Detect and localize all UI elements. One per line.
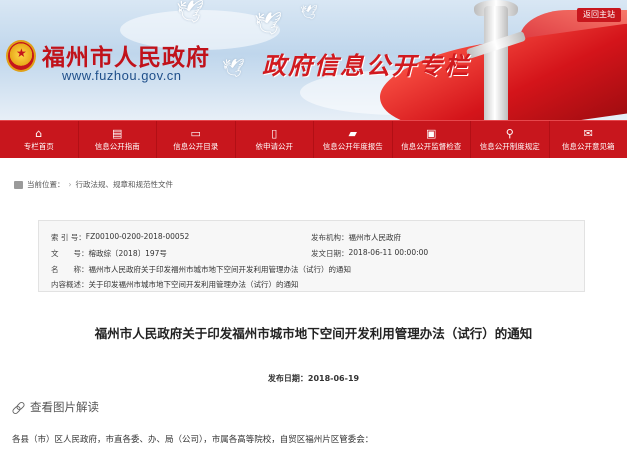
- catalog-icon: ▭: [190, 126, 201, 140]
- info-org-row: 发布机构： 福州市人民政府: [311, 232, 401, 243]
- article-title: 福州市人民政府关于印发福州市城市地下空间开发利用管理办法（试行）的通知: [94, 326, 533, 341]
- nav-label: 信息公开目录: [173, 141, 219, 151]
- breadcrumb-link[interactable]: 行政法规、规章和规范性文件: [76, 179, 174, 190]
- info-label: 文 号：: [51, 249, 89, 258]
- guide-icon: ▤: [112, 126, 123, 140]
- mailbox-icon: ✉: [583, 126, 593, 140]
- header-banner: 🕊 🕊 🕊 🕊 福州市人民政府 www.fuzhou.gov.cn 政府信息公开…: [0, 0, 627, 120]
- info-label: 索 引 号：: [51, 233, 86, 242]
- nav-label: 信息公开监督检查: [401, 141, 462, 151]
- dove-icon: 🕊: [254, 12, 282, 37]
- nav-label: 信息公开年度报告: [322, 141, 383, 151]
- info-value: 福州市人民政府关于印发福州市城市地下空间开发利用管理办法（试行）的通知: [88, 265, 352, 274]
- regulation-icon: ⚲: [505, 126, 514, 140]
- publish-date-value: 2018-06-19: [307, 374, 360, 383]
- info-summary-row: 内容概述： 关于印发福州市城市地下空间开发利用管理办法（试行）的通知: [51, 279, 299, 290]
- publish-date: 发布日期：2018-06-19: [0, 373, 627, 384]
- image-reading-link[interactable]: 查看图片解读: [12, 399, 99, 415]
- site-title[interactable]: 福州市人民政府: [42, 38, 210, 72]
- nav-item-catalog[interactable]: ▭ 信息公开目录: [157, 121, 236, 158]
- column-title: 政府信息公开专栏: [262, 51, 470, 80]
- nav-item-guide[interactable]: ▤ 信息公开指南: [79, 121, 157, 158]
- article-body-line: 各县（市）区人民政府，市直各委、办、局（公司），市属各高等院校，自贸区福州片区管…: [12, 435, 374, 445]
- nav-item-annual-report[interactable]: ▰ 信息公开年度报告: [314, 121, 393, 158]
- info-value: 榕政综〔2018〕197号: [88, 249, 167, 258]
- main-nav: ⌂ 专栏首页 ▤ 信息公开指南 ▭ 信息公开目录 ▯ 依申请公开 ▰ 信息公开年…: [0, 120, 627, 158]
- inspection-icon: ▣: [426, 126, 437, 140]
- info-label: 发文日期：: [311, 249, 349, 258]
- info-date-row: 发文日期： 2018-06-11 00:00:00: [311, 248, 428, 259]
- return-home-button[interactable]: 返回主站: [577, 8, 621, 22]
- application-icon: ▯: [271, 126, 278, 140]
- folder-icon: ▰: [348, 126, 357, 140]
- nav-label: 专栏首页: [23, 141, 54, 151]
- nav-label: 信息公开指南: [94, 141, 140, 151]
- breadcrumb: 当前位置： › 行政法规、规章和规范性文件: [14, 179, 173, 190]
- image-reading-label: 查看图片解读: [30, 400, 99, 414]
- publish-date-label: 发布日期：: [267, 374, 308, 383]
- site-url: www.fuzhou.gov.cn: [62, 68, 182, 83]
- national-emblem-icon: [6, 40, 36, 72]
- breadcrumb-separator: ›: [68, 180, 72, 189]
- dove-icon: 🕊: [222, 58, 245, 79]
- nav-label: 信息公开意见箱: [562, 141, 615, 151]
- info-label: 发布机构：: [311, 233, 349, 242]
- nav-item-mailbox[interactable]: ✉ 信息公开意见箱: [550, 121, 627, 158]
- info-value: 关于印发福州市城市地下空间开发利用管理办法（试行）的通知: [88, 280, 299, 289]
- info-index-row: 索 引 号： FZ00100-0200-2018-00052: [51, 232, 189, 243]
- nav-label: 信息公开制度规定: [479, 141, 540, 151]
- link-icon: [12, 401, 24, 413]
- info-name-row: 名 称： 福州市人民政府关于印发福州市城市地下空间开发利用管理办法（试行）的通知: [51, 264, 351, 275]
- location-icon: [14, 180, 23, 189]
- home-icon: ⌂: [35, 126, 43, 140]
- breadcrumb-prefix: 当前位置：: [27, 180, 65, 189]
- info-value: 2018-06-11 00:00:00: [348, 248, 429, 257]
- info-label: 名 称：: [51, 265, 89, 274]
- nav-item-inspection[interactable]: ▣ 信息公开监督检查: [393, 121, 471, 158]
- dove-icon: 🕊: [300, 5, 318, 21]
- info-label: 内容概述：: [51, 280, 89, 289]
- nav-item-application[interactable]: ▯ 依申请公开: [236, 121, 314, 158]
- nav-item-regulation[interactable]: ⚲ 信息公开制度规定: [471, 121, 550, 158]
- huabiao-pillar: [484, 6, 508, 120]
- nav-label: 依申请公开: [255, 141, 294, 151]
- nav-item-home[interactable]: ⌂ 专栏首页: [0, 121, 79, 158]
- document-info-box: 索 引 号： FZ00100-0200-2018-00052 发布机构： 福州市…: [38, 220, 585, 292]
- dove-icon: 🕊: [176, 0, 204, 25]
- info-docno-row: 文 号： 榕政综〔2018〕197号: [51, 248, 167, 259]
- info-value: 福州市人民政府: [348, 233, 402, 242]
- info-value: FZ00100-0200-2018-00052: [85, 232, 190, 241]
